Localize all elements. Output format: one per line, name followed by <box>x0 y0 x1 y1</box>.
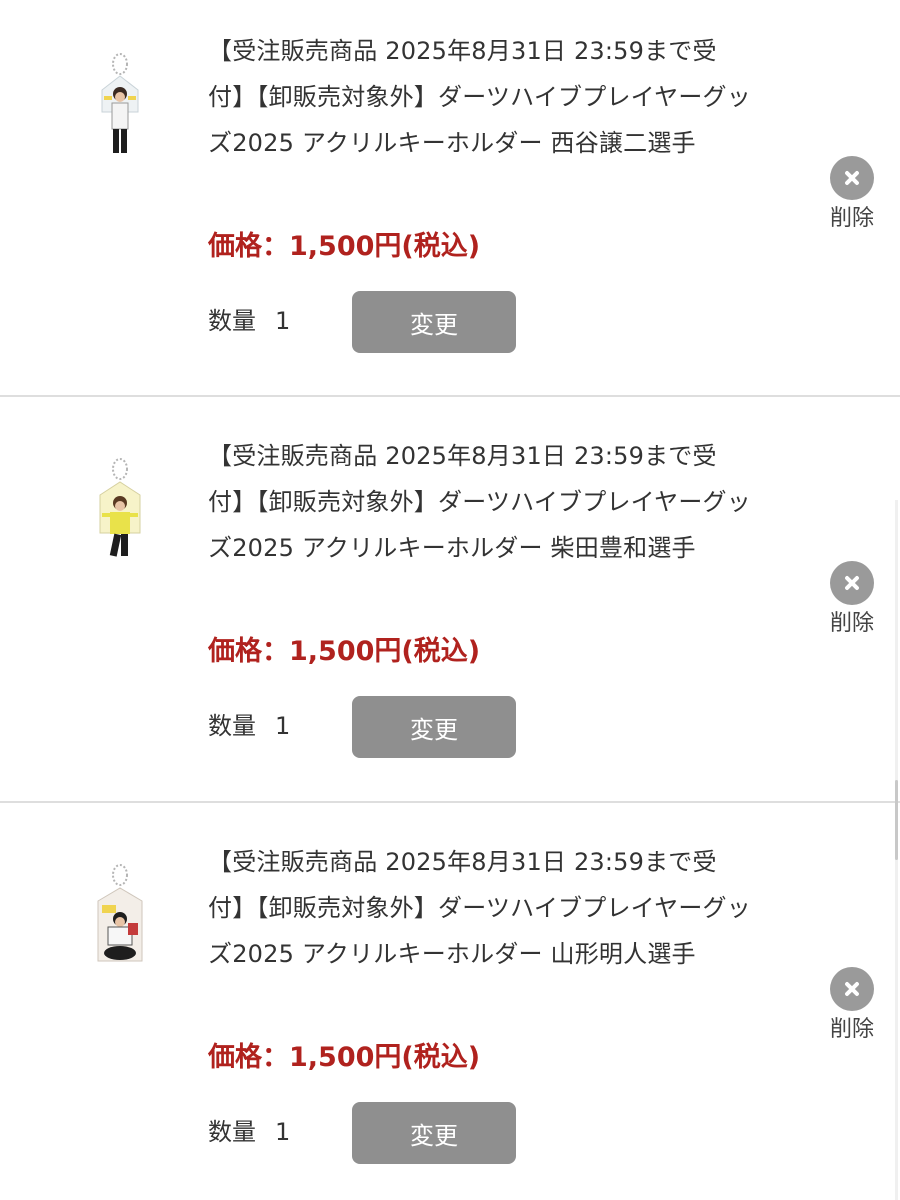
change-quantity-button[interactable]: 変更 <box>352 1102 516 1164</box>
product-thumbnail-image[interactable] <box>90 50 150 170</box>
quantity-value: 1 <box>275 1118 291 1146</box>
close-icon <box>830 967 874 1011</box>
item-divider <box>0 801 900 803</box>
product-thumbnail-image[interactable] <box>90 455 150 575</box>
quantity-label: 数量 <box>208 1118 256 1146</box>
product-price: 価格：1,500円(税込) <box>208 231 481 262</box>
delete-label: 削除 <box>829 206 874 231</box>
product-price: 価格：1,500円(税込) <box>208 1042 481 1073</box>
scrollbar-thumb[interactable] <box>895 780 898 860</box>
delete-label: 削除 <box>829 1017 874 1042</box>
delete-button[interactable]: 削除 <box>826 156 878 234</box>
cart-item: 【受注販売商品 2025年8月31日 23:59まで受付】【卸販売対象外】ダーツ… <box>0 0 900 399</box>
delete-button[interactable]: 削除 <box>826 561 878 639</box>
product-thumbnail-image[interactable] <box>90 861 150 981</box>
change-quantity-button[interactable]: 変更 <box>352 291 516 353</box>
close-icon <box>830 561 874 605</box>
cart-item: 【受注販売商品 2025年8月31日 23:59まで受付】【卸販売対象外】ダーツ… <box>0 399 900 804</box>
product-price: 価格：1,500円(税込) <box>208 636 481 667</box>
product-title[interactable]: 【受注販売商品 2025年8月31日 23:59まで受付】【卸販売対象外】ダーツ… <box>208 433 753 571</box>
cart-item: 【受注販売商品 2025年8月31日 23:59まで受付】【卸販売対象外】ダーツ… <box>0 805 900 1200</box>
close-icon <box>830 156 874 200</box>
delete-label: 削除 <box>829 611 874 636</box>
change-quantity-button[interactable]: 変更 <box>352 696 516 758</box>
item-divider <box>0 395 900 397</box>
delete-button[interactable]: 削除 <box>826 967 878 1045</box>
cart-item-list: 【受注販売商品 2025年8月31日 23:59まで受付】【卸販売対象外】ダーツ… <box>0 0 900 1200</box>
quantity-value: 1 <box>275 712 291 740</box>
product-title[interactable]: 【受注販売商品 2025年8月31日 23:59まで受付】【卸販売対象外】ダーツ… <box>208 839 753 977</box>
quantity-label: 数量 <box>208 307 256 335</box>
product-title[interactable]: 【受注販売商品 2025年8月31日 23:59まで受付】【卸販売対象外】ダーツ… <box>208 28 753 166</box>
quantity-label: 数量 <box>208 712 256 740</box>
quantity-value: 1 <box>275 307 291 335</box>
